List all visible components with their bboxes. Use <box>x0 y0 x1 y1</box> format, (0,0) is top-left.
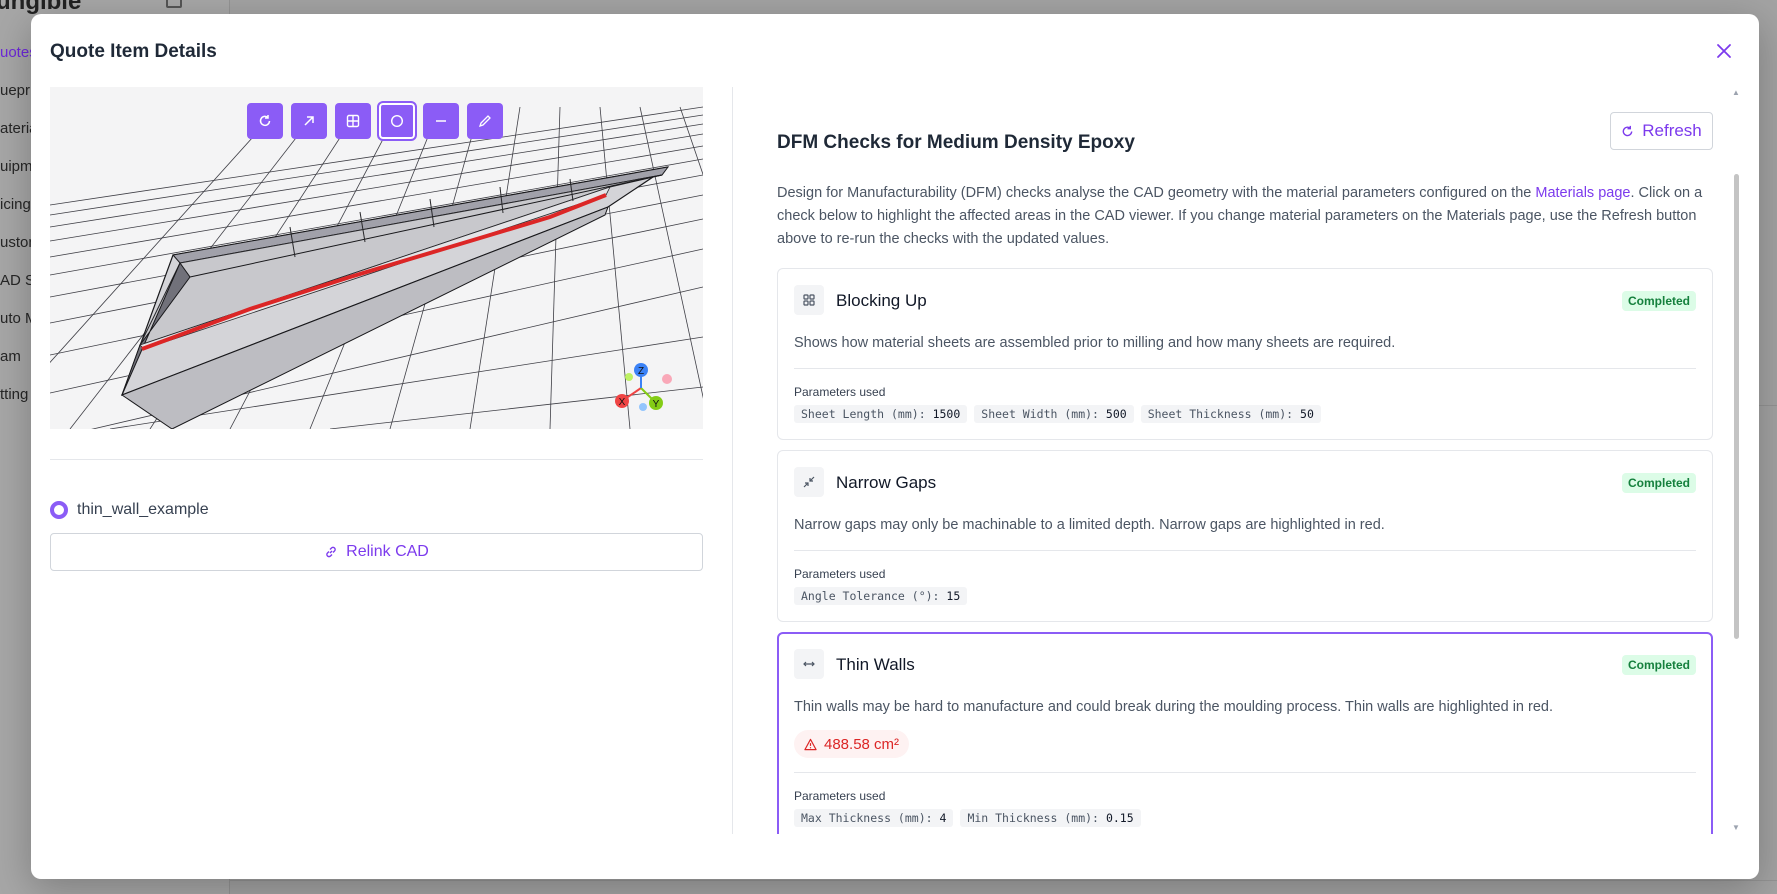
params-label: Parameters used <box>794 385 886 399</box>
close-button[interactable] <box>1712 39 1736 63</box>
card-divider <box>794 368 1696 369</box>
sidebar-item-equipment: uipm <box>0 158 33 175</box>
param-chip: Sheet Width (mm): 500 <box>974 405 1134 423</box>
scroll-down-arrow[interactable]: ▼ <box>1732 823 1740 832</box>
check-icon-box <box>794 285 824 315</box>
param-key: Max Thickness (mm): <box>801 811 933 825</box>
check-description: Shows how material sheets are assembled … <box>794 335 1396 351</box>
relink-cad-label: Relink CAD <box>346 543 429 560</box>
minus-tool[interactable] <box>423 103 459 139</box>
dfm-check-narrow-gaps[interactable]: Narrow Gaps Completed Narrow gaps may on… <box>777 450 1713 622</box>
materials-page-link[interactable]: Materials page <box>1535 185 1630 201</box>
params-label: Parameters used <box>794 789 886 803</box>
param-chip: Angle Tolerance (°): 15 <box>794 587 968 605</box>
dfm-panel: DFM Checks for Medium Density Epoxy Refr… <box>777 87 1715 834</box>
status-badge: Completed <box>1621 655 1696 675</box>
rotate-icon <box>259 115 271 127</box>
close-icon <box>1717 44 1731 58</box>
refresh-label: Refresh <box>1642 121 1702 140</box>
blocks-icon <box>803 294 815 306</box>
circle-tool[interactable] <box>377 101 417 141</box>
param-value: 15 <box>946 589 961 603</box>
arrow-up-right-icon <box>304 116 314 126</box>
scrollbar-thumb[interactable] <box>1734 174 1739 639</box>
relink-cad-button[interactable]: Relink CAD <box>50 533 703 571</box>
pane-divider <box>732 87 733 834</box>
sidebar-item-pricing: icing <box>0 196 31 213</box>
dfm-description: Design for Manufacturability (DFM) check… <box>777 182 1713 251</box>
refresh-button[interactable]: Refresh <box>1610 112 1713 150</box>
param-value: 500 <box>1105 407 1127 421</box>
rotate-tool[interactable] <box>247 103 283 139</box>
param-key: Sheet Thickness (mm): <box>1147 407 1294 421</box>
viewer-toolbar <box>247 101 503 141</box>
check-description: Narrow gaps may only be machinable to a … <box>794 517 1385 533</box>
param-key: Min Thickness (mm): <box>967 811 1099 825</box>
shrink-icon <box>803 476 815 488</box>
modal-title: Quote Item Details <box>50 41 217 62</box>
sidebar-item-blueprints: uepri <box>0 82 34 99</box>
axis-z-label: Z <box>638 366 644 377</box>
params-list: Max Thickness (mm): 4 Min Thickness (mm)… <box>794 809 1141 827</box>
pencil-icon <box>478 115 491 128</box>
circle-icon <box>390 114 404 128</box>
sidebar-item-team: am <box>0 348 21 365</box>
check-title: Thin Walls <box>836 655 915 674</box>
check-title: Blocking Up <box>836 291 927 310</box>
scroll-up-arrow[interactable]: ▲ <box>1732 88 1740 97</box>
param-key: Angle Tolerance (°): <box>801 589 940 603</box>
background-divider <box>230 880 1777 881</box>
cad-file-option[interactable]: thin_wall_example <box>50 501 209 519</box>
cad-file-name: thin_wall_example <box>77 501 209 518</box>
trough-model <box>120 166 670 429</box>
dfm-check-thin-walls[interactable]: Thin Walls Completed Thin walls may be h… <box>777 632 1713 834</box>
param-chip: Min Thickness (mm): 0.15 <box>960 809 1141 827</box>
params-list: Sheet Length (mm): 1500 Sheet Width (mm)… <box>794 405 1321 423</box>
card-divider <box>794 550 1696 551</box>
pencil-tool[interactable] <box>467 103 503 139</box>
params-label: Parameters used <box>794 567 886 581</box>
param-chip: Sheet Thickness (mm): 50 <box>1140 405 1321 423</box>
param-value: 50 <box>1300 407 1314 421</box>
grid-icon <box>346 114 360 128</box>
param-key: Sheet Length (mm): <box>801 407 926 421</box>
dfm-title: DFM Checks for Medium Density Epoxy <box>777 132 1135 153</box>
refresh-icon <box>1622 125 1633 136</box>
check-icon-box <box>794 467 824 497</box>
link-icon <box>326 546 336 558</box>
left-divider <box>50 459 703 460</box>
dfm-check-blocking-up[interactable]: Blocking Up Completed Shows how material… <box>777 268 1713 440</box>
param-value: 4 <box>939 811 947 825</box>
axis-y-label: Y <box>653 399 660 410</box>
thin-wall-area-value: 488.58 cm² <box>824 735 900 753</box>
params-list: Angle Tolerance (°): 15 <box>794 587 968 605</box>
param-value: 1500 <box>932 407 961 421</box>
minus-icon <box>436 120 446 122</box>
card-divider <box>794 772 1696 773</box>
check-description: Thin walls may be hard to manufacture an… <box>794 699 1553 715</box>
axes-gizmo: X Y Z <box>615 363 672 411</box>
param-value: 0.15 <box>1105 811 1134 825</box>
check-title: Narrow Gaps <box>836 473 937 492</box>
dfm-description-pre: Design for Manufacturability (DFM) check… <box>777 185 1536 201</box>
horizontal-arrows-icon <box>803 661 815 667</box>
grid-tool[interactable] <box>335 103 371 139</box>
axis-x-label: X <box>619 397 626 408</box>
status-badge: Completed <box>1621 473 1696 493</box>
status-badge: Completed <box>1621 291 1696 311</box>
sidebar-item-settings: tting <box>0 386 29 403</box>
param-chip: Max Thickness (mm): 4 <box>794 809 954 827</box>
arrow-tool[interactable] <box>291 103 327 139</box>
cad-radio[interactable] <box>50 501 68 519</box>
check-icon-box <box>794 649 824 679</box>
quote-item-details-modal: Quote Item Details X Y Z thin_wall_examp… <box>31 14 1759 879</box>
cad-viewer[interactable]: X Y Z <box>50 87 703 429</box>
warning-icon <box>804 738 817 750</box>
sidebar-toggle-icon <box>166 0 182 8</box>
param-chip: Sheet Length (mm): 1500 <box>794 405 968 423</box>
param-key: Sheet Width (mm): <box>981 407 1099 421</box>
thin-wall-area-badge: 488.58 cm² <box>794 730 910 758</box>
